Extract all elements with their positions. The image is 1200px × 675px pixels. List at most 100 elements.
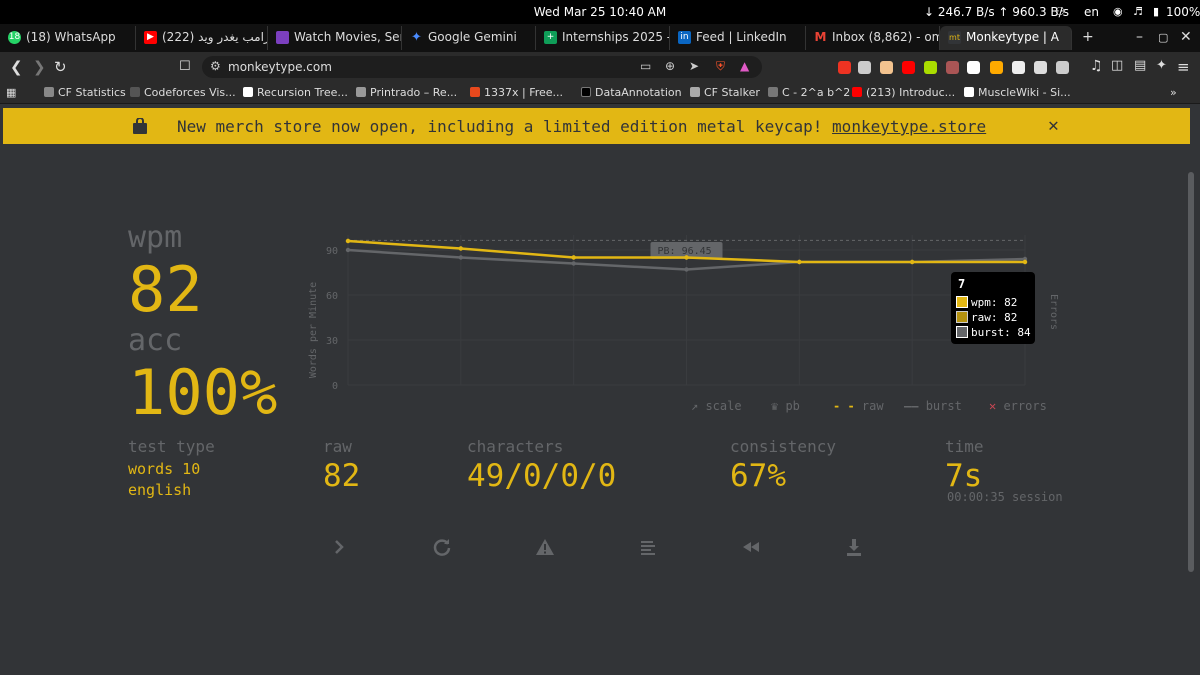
- tooltip-burst: burst: 84: [971, 326, 1031, 339]
- tab-internships[interactable]: + Internships 2025 -: [536, 26, 670, 50]
- bookmark-c-2ab2[interactable]: C - 2^a b^2: [768, 86, 850, 99]
- apps-grid-icon[interactable]: ▦: [6, 86, 16, 99]
- extension-icon[interactable]: [924, 61, 937, 74]
- legend-raw[interactable]: - - raw: [833, 399, 884, 413]
- save-screenshot-button[interactable]: [843, 536, 865, 558]
- bookmark-icon[interactable]: ☐: [179, 59, 191, 74]
- bookmarks-bar: ▦ CF Statistics Codeforces Vis... Recurs…: [0, 82, 1200, 104]
- whatsapp-icon: 18: [8, 31, 21, 44]
- volume-icon[interactable]: ♬: [1133, 5, 1143, 18]
- bookmark-recursion-tree[interactable]: Recursion Tree...: [243, 86, 348, 99]
- brave-shield-icon[interactable]: ⛨: [716, 59, 725, 74]
- extension-icon[interactable]: [858, 61, 871, 74]
- session-time: 00:00:35 session: [947, 490, 1063, 504]
- test-type-label: test type: [128, 437, 215, 456]
- tab-gmail[interactable]: M Inbox (8,862) - om: [806, 26, 940, 50]
- new-tab-button[interactable]: +: [1082, 29, 1094, 45]
- banner-close-icon[interactable]: ✕: [1048, 115, 1059, 136]
- site-info-icon[interactable]: ⚙: [210, 59, 221, 73]
- minimize-icon[interactable]: –: [1136, 29, 1143, 45]
- share-icon[interactable]: ➤: [689, 59, 699, 73]
- accuracy-value: 100%: [128, 356, 278, 429]
- leo-ai-icon[interactable]: ✦: [1156, 58, 1167, 73]
- extension-icon[interactable]: [838, 61, 851, 74]
- merch-store-link[interactable]: monkeytype.store: [832, 117, 986, 136]
- wpm-swatch: [956, 296, 968, 308]
- cast-icon[interactable]: ▭: [640, 59, 651, 73]
- tab-label: (222) ترامب يغدر ويد: [162, 30, 268, 44]
- extension-icon[interactable]: [946, 61, 959, 74]
- keyboard-language[interactable]: en: [1084, 5, 1099, 19]
- close-window-icon[interactable]: ✕: [1180, 29, 1192, 45]
- sidebar-icon[interactable]: ◫: [1111, 58, 1123, 73]
- bookmark-introduction-video[interactable]: (213) Introduc...: [852, 86, 955, 99]
- bookmark-label: DataAnnotation: [595, 86, 682, 99]
- zoom-icon[interactable]: ⊕: [665, 59, 675, 73]
- report-issue-button[interactable]: [534, 536, 556, 558]
- bookmark-dataannotation[interactable]: DataAnnotation: [581, 86, 682, 99]
- reload-icon[interactable]: ↻: [54, 58, 67, 76]
- legend-errors[interactable]: ✕ errors: [989, 399, 1047, 413]
- tab-linkedin[interactable]: in Feed | LinkedIn: [670, 26, 806, 50]
- brave-rewards-icon[interactable]: ▲: [740, 59, 749, 73]
- chart-tooltip: 7 wpm: 82 raw: 82 burst: 84: [951, 272, 1035, 344]
- legend-pb[interactable]: ♛ pb: [771, 399, 800, 413]
- word-history-button[interactable]: [637, 536, 659, 558]
- tab-whatsapp[interactable]: 18 (18) WhatsApp: [0, 26, 136, 50]
- bookmark-favicon-icon: [470, 87, 480, 97]
- extension-icon[interactable]: [902, 61, 915, 74]
- forward-icon[interactable]: ❯: [33, 58, 46, 76]
- tab-monkeytype[interactable]: mt Monkeytype | A: [940, 26, 1072, 50]
- bookmark-favicon-icon: [44, 87, 54, 97]
- extension-icon[interactable]: [1012, 61, 1025, 74]
- bookmark-printrado[interactable]: Printrado – Re...: [356, 86, 457, 99]
- time-label: time: [945, 437, 984, 456]
- next-test-button[interactable]: [328, 536, 350, 558]
- extensions-puzzle-icon[interactable]: [1034, 61, 1047, 74]
- bookmark-codeforces-vis[interactable]: Codeforces Vis...: [130, 86, 236, 99]
- raw-value: 82: [323, 458, 361, 494]
- battery-icon[interactable]: ▮: [1153, 5, 1159, 18]
- tab-movies[interactable]: Watch Movies, Seri: [268, 26, 402, 50]
- maximize-icon[interactable]: ▢: [1158, 31, 1168, 44]
- extension-icon[interactable]: [990, 61, 1003, 74]
- movies-icon: [276, 31, 289, 44]
- tab-label: Inbox (8,862) - om: [832, 30, 940, 44]
- network-speed: ↓ 246.7 B/s ↑ 960.3 B/s: [924, 5, 1069, 19]
- bookmark-1337x[interactable]: 1337x | Free...: [470, 86, 563, 99]
- raw-line-icon: - -: [833, 399, 862, 413]
- legend-scale[interactable]: ↗ scale: [691, 399, 742, 413]
- restart-test-button[interactable]: [431, 536, 453, 558]
- bookmark-cf-stalker[interactable]: CF Stalker: [690, 86, 760, 99]
- series-point-wpm: [1022, 259, 1028, 265]
- more-bookmarks-icon[interactable]: »: [1170, 86, 1177, 99]
- legend-burst[interactable]: —— burst: [904, 399, 962, 413]
- accessibility-icon[interactable]: ⚇: [1055, 5, 1065, 18]
- extension-icon[interactable]: [967, 61, 980, 74]
- y-tick-label: 60: [326, 291, 338, 302]
- consistency-value: 67%: [730, 458, 786, 494]
- url-text[interactable]: monkeytype.com: [228, 60, 332, 74]
- url-bar[interactable]: ⚙ monkeytype.com ▭ ⊕ ➤ ⛨ ▲: [202, 56, 762, 78]
- bookmark-cf-statistics[interactable]: CF Statistics: [44, 86, 126, 99]
- tab-gemini[interactable]: ✦ Google Gemini: [402, 26, 536, 50]
- music-icon[interactable]: ♫: [1090, 58, 1103, 74]
- bookmark-label: Recursion Tree...: [257, 86, 348, 99]
- page-scrollbar[interactable]: [1188, 172, 1194, 572]
- menu-icon[interactable]: ≡: [1177, 58, 1190, 76]
- back-icon[interactable]: ❮: [10, 58, 23, 76]
- test-type-mode: words 10: [128, 460, 201, 478]
- tab-youtube[interactable]: ▶ (222) ترامب يغدر ويد: [136, 26, 268, 50]
- tab-label: Feed | LinkedIn: [696, 30, 787, 44]
- extension-icon[interactable]: [880, 61, 893, 74]
- wifi-icon[interactable]: ◉: [1113, 5, 1123, 18]
- chart-y-axis: 0 30 60 90: [326, 246, 338, 390]
- wallet-icon[interactable]: ▤: [1134, 58, 1146, 73]
- series-point-wpm: [458, 246, 464, 251]
- extension-icon[interactable]: [1056, 61, 1069, 74]
- bookmark-musclewiki[interactable]: MuscleWiki - Si...: [964, 86, 1071, 99]
- bookmark-label: C - 2^a b^2: [782, 86, 851, 99]
- watch-replay-button[interactable]: [740, 536, 762, 558]
- bookmark-favicon-icon: [243, 87, 253, 97]
- time-value: 7s: [945, 458, 983, 494]
